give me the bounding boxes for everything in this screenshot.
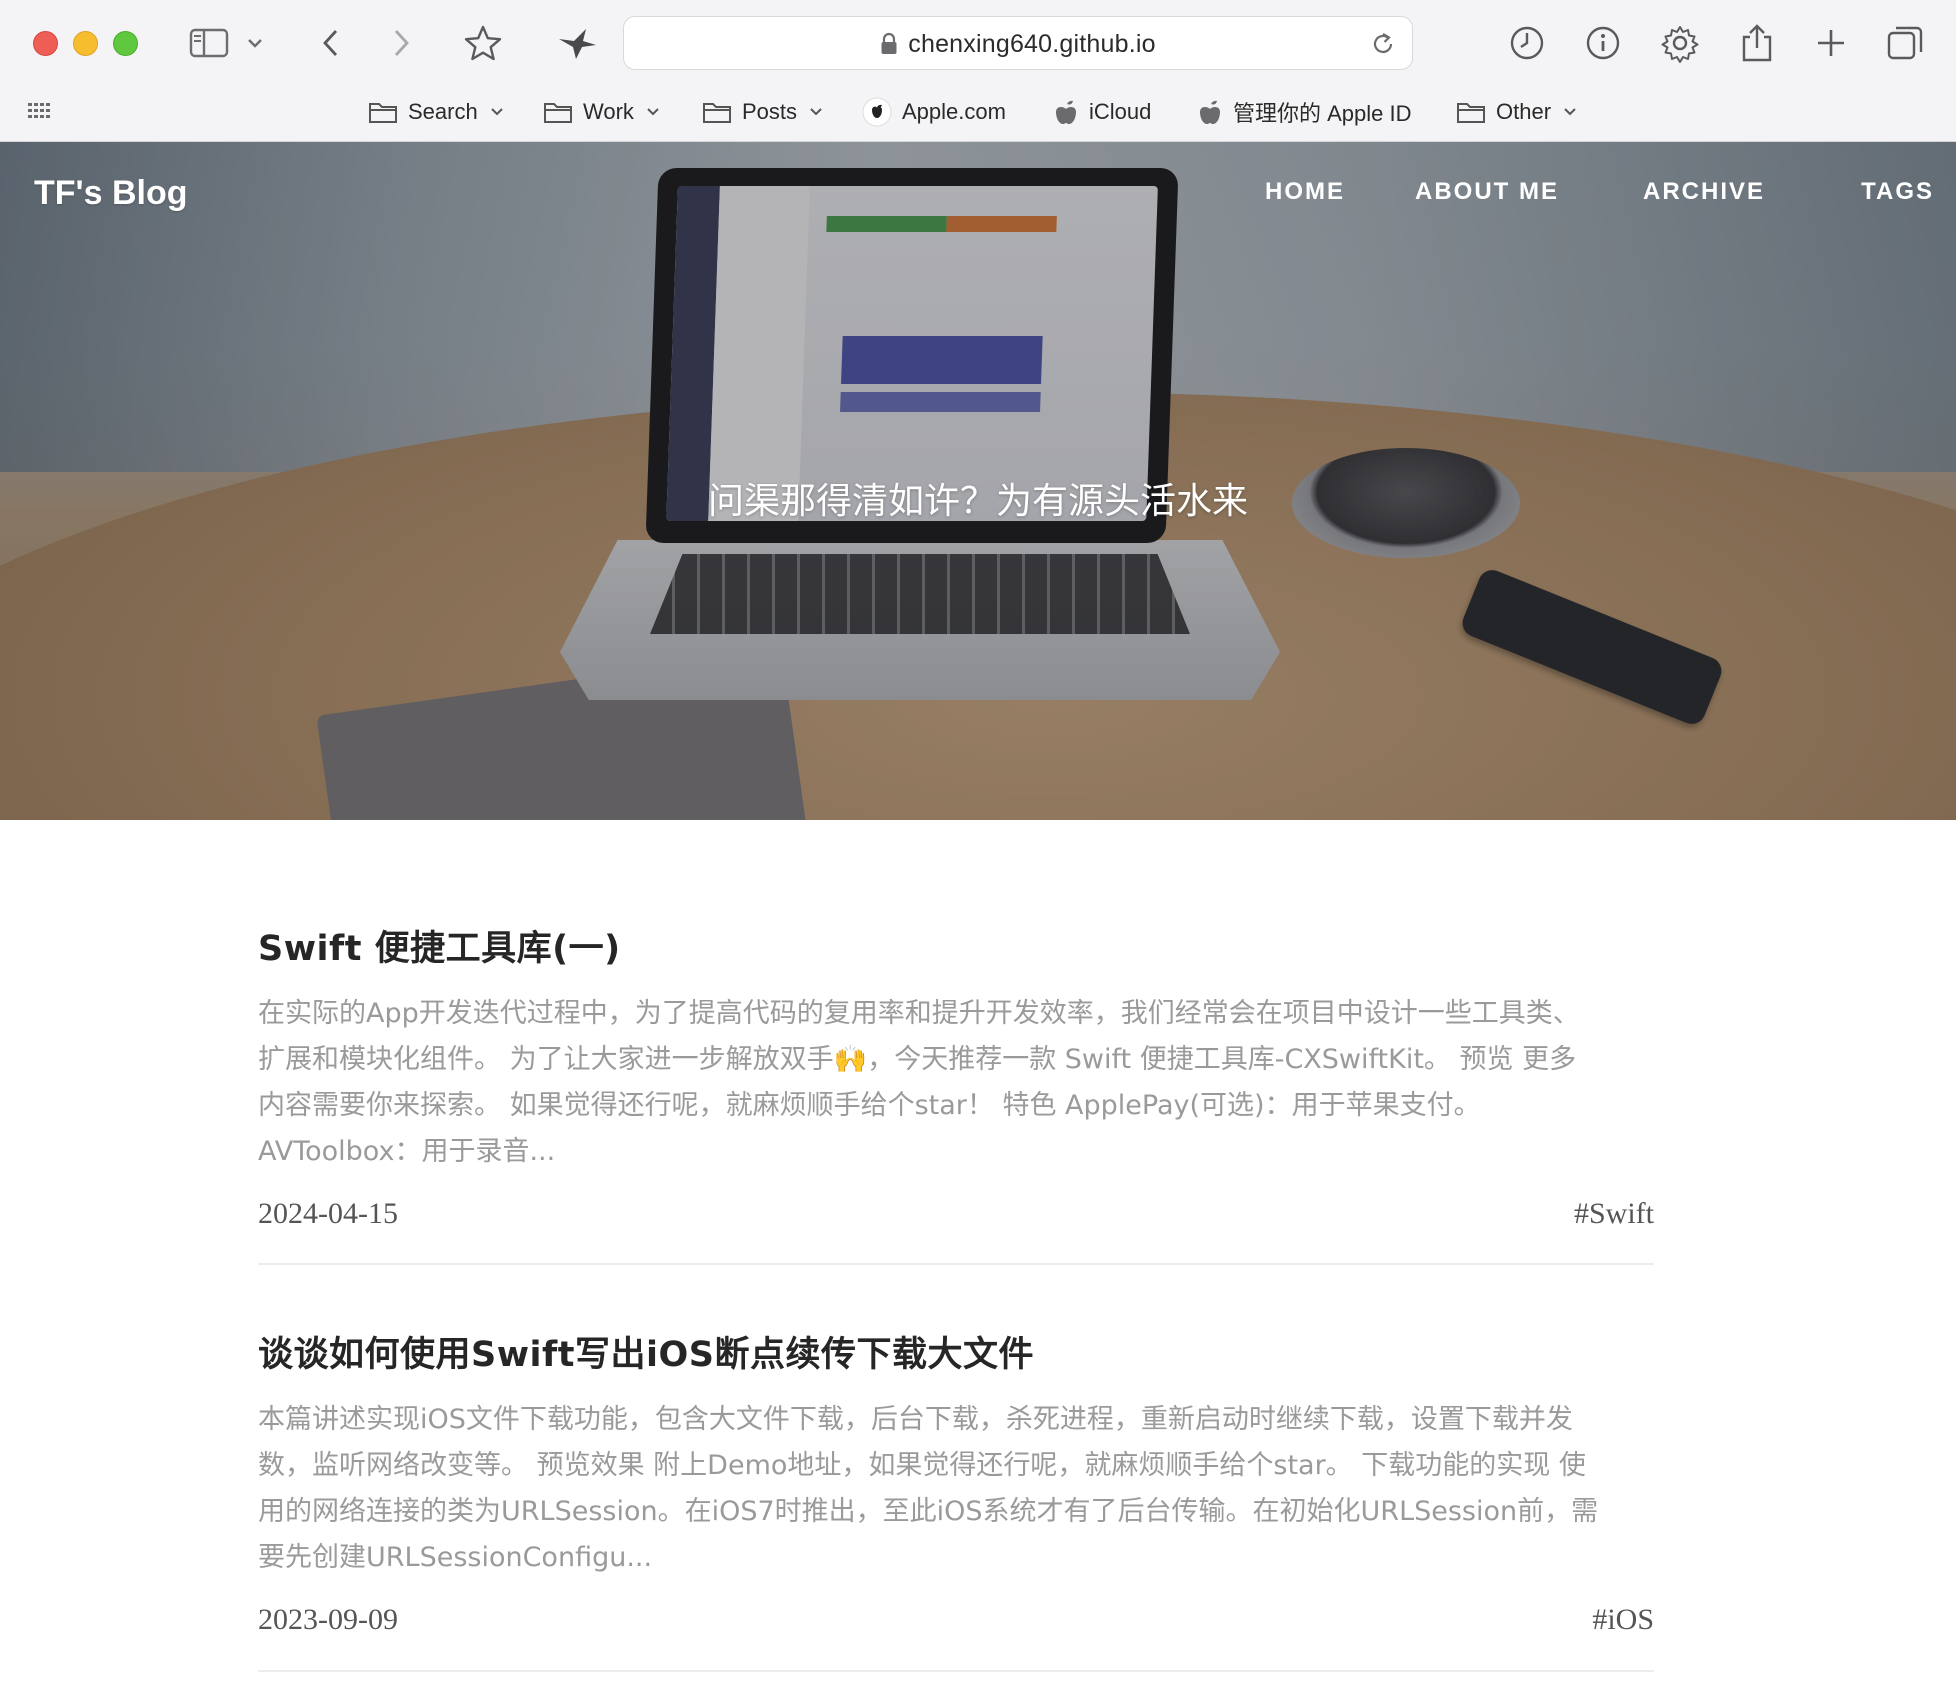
folder-icon bbox=[544, 103, 572, 123]
nav-tags[interactable]: TAGS bbox=[1861, 178, 1934, 206]
sidebar-icon bbox=[189, 28, 229, 58]
post-excerpt-line: 扩展和模块化组件。 为了让大家进一步解放双手🙌，今天推荐一款 Swift 便捷工… bbox=[258, 1044, 1577, 1075]
share-icon bbox=[1742, 24, 1772, 62]
post-tag-link[interactable]: #iOS bbox=[1592, 1603, 1654, 1637]
bird-extension-icon bbox=[559, 29, 596, 59]
bookmark-label: Posts bbox=[742, 99, 798, 124]
lock-icon bbox=[880, 32, 898, 56]
tab-group-dropdown[interactable] bbox=[240, 18, 270, 68]
post-excerpt-line: 数，监听网络改变等。 预览效果 附上Demo地址，如果觉得还行呢，就麻烦顺手给个… bbox=[258, 1450, 1586, 1481]
share-button[interactable] bbox=[1732, 18, 1782, 68]
chevron-down-icon bbox=[809, 107, 823, 117]
post-meta: 2024-04-15 #Swift bbox=[258, 1197, 1654, 1237]
apps-grid-icon[interactable] bbox=[28, 103, 52, 128]
window-close-button[interactable] bbox=[33, 31, 58, 56]
folder-icon bbox=[369, 103, 397, 123]
history-button[interactable] bbox=[1502, 18, 1552, 68]
apple-logo-icon bbox=[1056, 100, 1076, 124]
apple-logo-icon bbox=[862, 97, 892, 127]
info-icon bbox=[1586, 26, 1620, 60]
bookmark-label: iCloud bbox=[1089, 99, 1152, 124]
post-excerpt-line: 要先创建URLSessionConfigu... bbox=[258, 1542, 653, 1573]
post-excerpt-line: 内容需要你来探索。 如果觉得还行呢，就麻烦顺手给个star！ 特色 AppleP… bbox=[258, 1090, 1481, 1121]
gear-icon bbox=[1661, 26, 1699, 63]
blog-brand-link[interactable]: TF's Blog bbox=[34, 174, 188, 213]
hero-banner: TF's Blog HOME ABOUT ME ARCHIVE TAGS 问渠那… bbox=[0, 142, 1956, 820]
post-date: 2023-09-09 bbox=[258, 1603, 398, 1636]
chevron-down-icon bbox=[490, 107, 504, 117]
apple-logo-icon bbox=[1200, 100, 1220, 124]
hero-title: 问渠那得清如许？为有源头活水来 bbox=[707, 481, 1248, 522]
new-tab-button[interactable] bbox=[1806, 18, 1856, 68]
bookmark-folder-search[interactable]: Search bbox=[368, 94, 504, 130]
post-item: Swift 便捷工具库(一) 在实际的App开发迭代过程中，为了提高代码的复用率… bbox=[258, 920, 1654, 1237]
bookmark-folder-other[interactable]: Other bbox=[1456, 94, 1577, 130]
bookmark-apple-id[interactable]: 管理你的 Apple ID bbox=[1197, 94, 1412, 130]
reload-icon bbox=[1373, 33, 1393, 53]
window-minimize-button[interactable] bbox=[73, 31, 98, 56]
bookmark-label: 管理你的 Apple ID bbox=[1233, 101, 1412, 126]
post-excerpt-line: 用的网络连接的类为URLSession。在iOS7时推出，至此iOS系统才有了后… bbox=[258, 1496, 1599, 1527]
post-excerpt-line: 本篇讲述实现iOS文件下载功能，包含大文件下载，后台下载，杀死进程，重新启动时继… bbox=[258, 1404, 1573, 1435]
bookmark-label: Other bbox=[1496, 99, 1552, 124]
bookmark-folder-posts[interactable]: Posts bbox=[702, 94, 823, 130]
reload-button[interactable] bbox=[1370, 31, 1396, 62]
chevron-left-icon bbox=[323, 30, 338, 56]
post-excerpt-line: 在实际的App开发迭代过程中，为了提高代码的复用率和提升开发效率，我们经常会在项… bbox=[258, 998, 1580, 1029]
nav-home[interactable]: HOME bbox=[1265, 178, 1345, 206]
bookmarks-bar: Search Work Posts Apple.com iCloud 管理你的 … bbox=[0, 88, 1956, 136]
nav-about-me[interactable]: ABOUT ME bbox=[1415, 178, 1559, 206]
page-info-button[interactable] bbox=[1578, 18, 1628, 68]
plus-icon bbox=[1818, 30, 1844, 56]
post-excerpt-line: AVToolbox：用于录音... bbox=[258, 1136, 556, 1167]
tab-overview-button[interactable] bbox=[1880, 18, 1930, 68]
nav-archive[interactable]: ARCHIVE bbox=[1643, 178, 1765, 206]
chevron-down-icon bbox=[646, 107, 660, 117]
post-meta: 2023-09-09 #iOS bbox=[258, 1603, 1654, 1643]
folder-icon bbox=[1457, 103, 1485, 123]
post-date: 2024-04-15 bbox=[258, 1197, 398, 1230]
bookmark-star-button[interactable] bbox=[458, 18, 508, 68]
back-button[interactable] bbox=[306, 18, 356, 68]
chevron-right-icon bbox=[394, 30, 409, 56]
window-zoom-button[interactable] bbox=[113, 31, 138, 56]
star-icon bbox=[464, 25, 502, 61]
extension-button[interactable] bbox=[552, 18, 602, 68]
settings-button[interactable] bbox=[1655, 18, 1705, 68]
post-title-link[interactable]: Swift 便捷工具库(一) bbox=[258, 920, 1654, 971]
address-bar[interactable]: chenxing640.github.io bbox=[623, 16, 1413, 70]
tabs-overview-icon bbox=[1887, 26, 1923, 60]
bookmark-label: Work bbox=[583, 99, 634, 124]
url-text: chenxing640.github.io bbox=[908, 29, 1156, 58]
folder-icon bbox=[703, 103, 731, 123]
post-divider bbox=[258, 1670, 1654, 1672]
clock-icon bbox=[1510, 26, 1544, 60]
bookmark-label: Search bbox=[408, 99, 478, 124]
post-tag-link[interactable]: #Swift bbox=[1574, 1197, 1654, 1231]
bookmark-folder-work[interactable]: Work bbox=[543, 94, 660, 130]
bookmark-apple-com[interactable]: Apple.com bbox=[862, 94, 1006, 130]
post-excerpt[interactable]: 在实际的App开发迭代过程中，为了提高代码的复用率和提升开发效率，我们经常会在项… bbox=[258, 991, 1654, 1175]
chevron-down-icon bbox=[1563, 107, 1577, 117]
forward-button[interactable] bbox=[376, 18, 426, 68]
bookmark-label: Apple.com bbox=[902, 99, 1006, 124]
bookmark-icloud[interactable]: iCloud bbox=[1053, 94, 1151, 130]
post-excerpt[interactable]: 本篇讲述实现iOS文件下载功能，包含大文件下载，后台下载，杀死进程，重新启动时继… bbox=[258, 1397, 1654, 1581]
post-title-link[interactable]: 谈谈如何使用Swift写出iOS断点续传下载大文件 bbox=[258, 1326, 1654, 1377]
chevron-down-icon bbox=[248, 39, 262, 48]
post-item: 谈谈如何使用Swift写出iOS断点续传下载大文件 本篇讲述实现iOS文件下载功… bbox=[258, 1326, 1654, 1643]
post-divider bbox=[258, 1263, 1654, 1265]
sidebar-toggle-button[interactable] bbox=[184, 18, 234, 68]
browser-toolbar: chenxing640.github.io Search Work Posts … bbox=[0, 0, 1956, 142]
